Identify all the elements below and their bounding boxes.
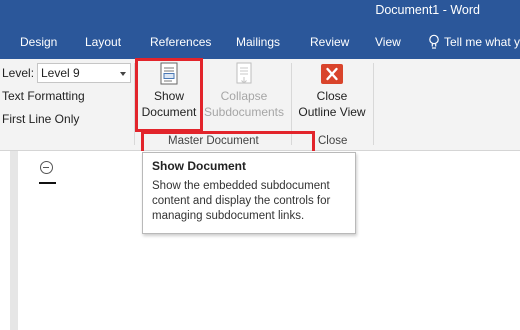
lightbulb-icon xyxy=(429,34,439,49)
chevron-down-icon xyxy=(120,72,126,76)
tab-mailings[interactable]: Mailings xyxy=(236,35,280,49)
subdocument-mark xyxy=(39,182,56,184)
title-bar: Document1 - Word xyxy=(0,0,520,26)
collapse-subdocuments-button[interactable]: Collapse Subdocuments xyxy=(203,62,285,130)
close-outline-view-line2: Outline View xyxy=(298,105,366,119)
first-line-only-checkbox[interactable]: First Line Only xyxy=(2,112,79,126)
ribbon-tabs: Design Layout References Mailings Review… xyxy=(0,26,520,59)
level-label: Level: xyxy=(2,66,35,80)
close-group-label: Close xyxy=(318,135,348,147)
tab-view[interactable]: View xyxy=(375,35,401,49)
show-document-highlight xyxy=(135,58,203,132)
page-margin xyxy=(0,151,10,330)
tell-me-label: Tell me what y xyxy=(444,35,520,49)
collapse-subdocuments-line1: Collapse xyxy=(220,89,268,103)
outline-collapse-icon[interactable] xyxy=(40,161,53,174)
show-document-tooltip: Show Document Show the embedded subdocum… xyxy=(142,152,356,234)
close-x-icon xyxy=(321,64,343,84)
close-outline-view-button[interactable]: Close Outline View xyxy=(295,62,369,130)
tell-me-box[interactable]: Tell me what y xyxy=(428,34,520,50)
collapse-subdocuments-icon xyxy=(236,62,252,84)
tab-review[interactable]: Review xyxy=(310,35,349,49)
level-dropdown[interactable]: Level 9 xyxy=(37,63,131,83)
page-gap xyxy=(10,151,18,330)
window-title: Document1 - Word xyxy=(375,3,480,17)
tooltip-title: Show Document xyxy=(152,159,247,173)
tooltip-body: Show the embedded subdocument content an… xyxy=(152,180,331,222)
close-outline-view-line1: Close xyxy=(316,89,348,103)
tab-references[interactable]: References xyxy=(150,35,211,49)
tab-design[interactable]: Design xyxy=(20,35,57,49)
collapse-subdocuments-line2: Subdocuments xyxy=(203,105,285,119)
level-value: Level 9 xyxy=(41,66,80,80)
tab-layout[interactable]: Layout xyxy=(85,35,121,49)
group-divider xyxy=(373,63,374,145)
text-formatting-checkbox[interactable]: Text Formatting xyxy=(2,89,85,103)
